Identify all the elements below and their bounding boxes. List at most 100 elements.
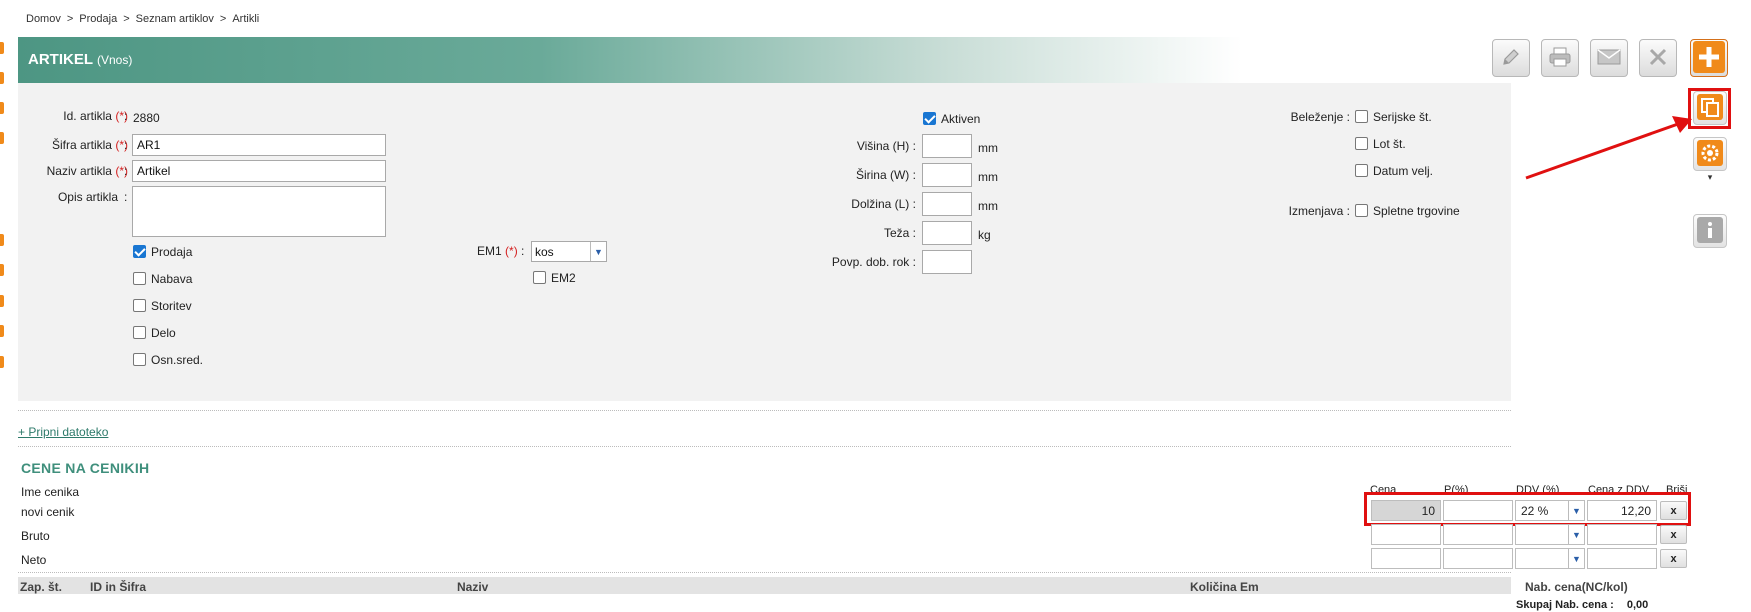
category-label: Nabava <box>151 272 193 286</box>
divider <box>18 410 1511 411</box>
exchange-label-text: Izmenjava <box>1288 204 1344 218</box>
page-subtitle: (Vnos) <box>97 53 133 67</box>
price-field[interactable] <box>1371 548 1441 569</box>
print-button[interactable] <box>1541 39 1579 77</box>
left-menu-icon[interactable] <box>0 102 4 114</box>
width-field[interactable] <box>922 163 972 187</box>
unit-label: mm <box>978 199 998 213</box>
dimension-label: Širina (W) : <box>790 168 916 182</box>
bottom-table-header <box>18 577 1511 594</box>
em1-label: EM1 (*) : <box>477 244 524 258</box>
delete-row-button[interactable]: x <box>1660 549 1687 568</box>
dimension-label: Dolžina (L) : <box>790 197 916 211</box>
column-header-seq: Zap. št. <box>20 580 63 594</box>
tracking-option-label: Serijske št. <box>1373 110 1432 124</box>
vat-select[interactable]: ▼ <box>1515 524 1585 545</box>
dimension-label: Višina (H) : <box>790 139 916 153</box>
price-with-vat-field[interactable] <box>1587 524 1657 545</box>
colon: : <box>124 138 128 152</box>
column-header-purchase-price: Nab. cena(NC/kol) <box>1525 580 1628 594</box>
colon: : <box>912 255 916 269</box>
breadcrumb-sales[interactable]: Prodaja <box>79 13 117 25</box>
edit-button[interactable] <box>1492 39 1530 77</box>
dimension-label-text: Dolžina (L) <box>851 197 910 211</box>
attach-file-link[interactable]: + Pripni datoteko <box>18 425 108 439</box>
online-shops-checkbox[interactable] <box>1355 204 1368 217</box>
divider <box>18 572 1511 573</box>
vat-select[interactable]: ▼ <box>1515 548 1585 569</box>
length-field[interactable] <box>922 192 972 216</box>
expiry-date-checkbox[interactable] <box>1355 164 1368 177</box>
em2-checkbox[interactable] <box>533 271 546 284</box>
price-list-name-header: Ime cenika <box>21 485 80 499</box>
delivery-time-field[interactable] <box>922 250 972 274</box>
weight-field[interactable] <box>922 221 972 245</box>
breadcrumb-separator: > <box>219 13 227 25</box>
category-checkbox-purchase[interactable] <box>133 272 146 285</box>
colon: : <box>124 164 128 178</box>
chevron-down-icon: ▼ <box>1568 549 1584 568</box>
page-title-text: ARTIKEL <box>28 51 93 68</box>
left-menu-icon[interactable] <box>0 234 4 246</box>
left-menu-icon[interactable] <box>0 264 4 276</box>
column-header-name: Naziv <box>457 580 489 594</box>
breadcrumb-article-list[interactable]: Seznam artiklov <box>136 13 214 25</box>
left-menu-icon[interactable] <box>0 42 4 54</box>
description-field[interactable] <box>132 186 386 237</box>
colon: : <box>912 197 916 211</box>
dimension-label-text: Povp. dob. rok <box>831 255 910 269</box>
lot-number-checkbox[interactable] <box>1355 137 1368 150</box>
category-label: Osn.sred. <box>151 353 204 367</box>
header-bar <box>18 37 1511 83</box>
category-checkbox-service[interactable] <box>133 299 146 312</box>
column-header-delete: Briši <box>1666 484 1688 492</box>
dimension-label-text: Višina (H) <box>856 139 910 153</box>
exchange-label: Izmenjava : <box>1270 204 1350 218</box>
category-checkbox-work[interactable] <box>133 326 146 339</box>
left-menu-icon[interactable] <box>0 295 4 307</box>
price-with-vat-field[interactable] <box>1587 548 1657 569</box>
total-label: Skupaj Nab. cena : <box>1516 599 1614 611</box>
category-checkbox-sales[interactable] <box>133 245 146 258</box>
id-label-text: Id. artikla <box>63 109 112 123</box>
code-field[interactable]: AR1 <box>132 134 386 156</box>
email-button[interactable] <box>1590 39 1628 77</box>
add-button[interactable] <box>1690 39 1728 77</box>
height-field[interactable] <box>922 134 972 158</box>
close-button[interactable] <box>1639 39 1677 77</box>
tracking-option-label: Lot št. <box>1373 137 1406 151</box>
divider <box>18 446 1511 447</box>
active-checkbox[interactable] <box>923 112 936 125</box>
chevron-down-icon: ▼ <box>590 242 606 261</box>
left-menu-icon[interactable] <box>0 132 4 144</box>
colon: : <box>124 190 128 204</box>
info-button[interactable] <box>1693 214 1727 248</box>
left-menu-icon[interactable] <box>0 356 4 368</box>
id-label: Id. artikla (*) <box>40 109 128 123</box>
chevron-down-icon: ▼ <box>1568 525 1584 544</box>
colon: : <box>912 139 916 153</box>
column-header-discount: P(%) <box>1444 484 1469 492</box>
em1-select[interactable]: kos ▼ <box>531 241 607 262</box>
colon: : <box>124 109 128 123</box>
annotation-highlight <box>1364 492 1691 526</box>
delete-row-button[interactable]: x <box>1660 525 1687 544</box>
left-menu-icon[interactable] <box>0 72 4 84</box>
name-field[interactable]: Artikel <box>132 160 386 182</box>
code-label: Šifra artikla (*) <box>20 138 128 152</box>
price-field[interactable] <box>1371 524 1441 545</box>
discount-field[interactable] <box>1443 548 1513 569</box>
plus-icon <box>1693 40 1725 76</box>
article-form <box>18 83 1511 401</box>
serial-number-checkbox[interactable] <box>1355 110 1368 123</box>
pencil-icon <box>1500 46 1522 71</box>
left-menu-icon[interactable] <box>0 325 4 337</box>
page-title: ARTIKEL (Vnos) <box>28 51 132 68</box>
name-label-text: Naziv artikla <box>46 164 112 178</box>
colon: : <box>912 168 916 182</box>
category-checkbox-fixed-asset[interactable] <box>133 353 146 366</box>
breadcrumb-home[interactable]: Domov <box>26 13 61 25</box>
colon: : <box>912 226 916 240</box>
column-header-price-with-vat: Cena z DDV <box>1588 484 1650 492</box>
discount-field[interactable] <box>1443 524 1513 545</box>
